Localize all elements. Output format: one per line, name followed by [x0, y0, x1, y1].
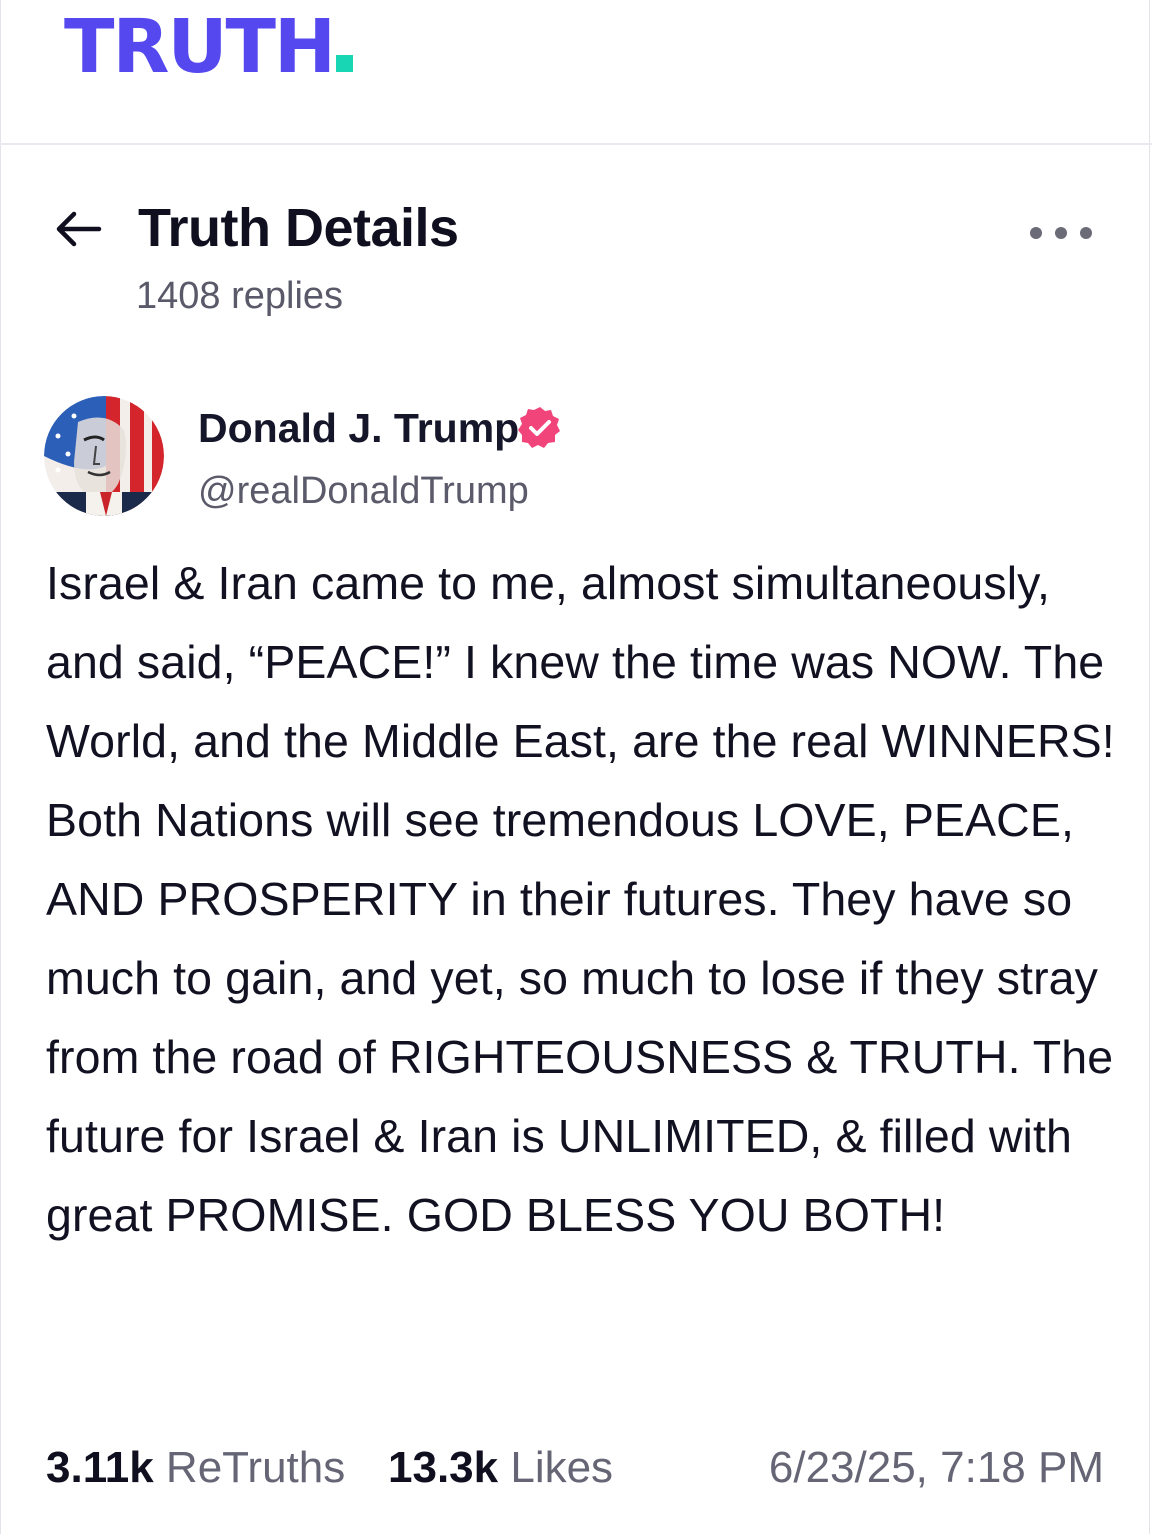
ellipsis-icon-dot [1080, 227, 1092, 239]
retruths-stat[interactable]: 3.11k ReTruths [46, 1440, 345, 1496]
post-timestamp: 6/23/25, 7:18 PM [768, 1443, 1104, 1492]
arrow-left-icon [56, 211, 102, 247]
retruths-label: ReTruths [165, 1443, 346, 1492]
author-handle[interactable]: @realDonaldTrump [198, 466, 529, 516]
logo-text: TRUTH [64, 4, 336, 90]
truth-logo[interactable]: TRUTH [64, 10, 353, 84]
page-title: Truth Details [138, 198, 459, 258]
back-button[interactable] [52, 205, 104, 253]
author-name[interactable]: Donald J. Trump [198, 402, 519, 454]
ellipsis-icon-dot [1030, 227, 1042, 239]
logo-dot [335, 55, 353, 72]
ellipsis-icon-dot [1055, 227, 1067, 239]
likes-count: 13.3k [388, 1443, 499, 1492]
avatar[interactable] [44, 396, 164, 516]
retruths-count: 3.11k [46, 1443, 154, 1492]
post-body: Israel & Iran came to me, almost simulta… [46, 557, 1115, 1241]
app-header: TRUTH [0, 0, 1152, 145]
verified-badge-icon [518, 407, 560, 448]
likes-stat[interactable]: 13.3k Likes [388, 1440, 613, 1496]
likes-label: Likes [510, 1443, 614, 1492]
reply-count: 1408 replies [136, 275, 344, 317]
post-stats: 3.11k ReTruths 13.3k Likes 6/23/25, 7:18… [46, 1440, 1116, 1496]
more-options-button[interactable] [1030, 218, 1092, 248]
avatar-image [44, 396, 164, 516]
